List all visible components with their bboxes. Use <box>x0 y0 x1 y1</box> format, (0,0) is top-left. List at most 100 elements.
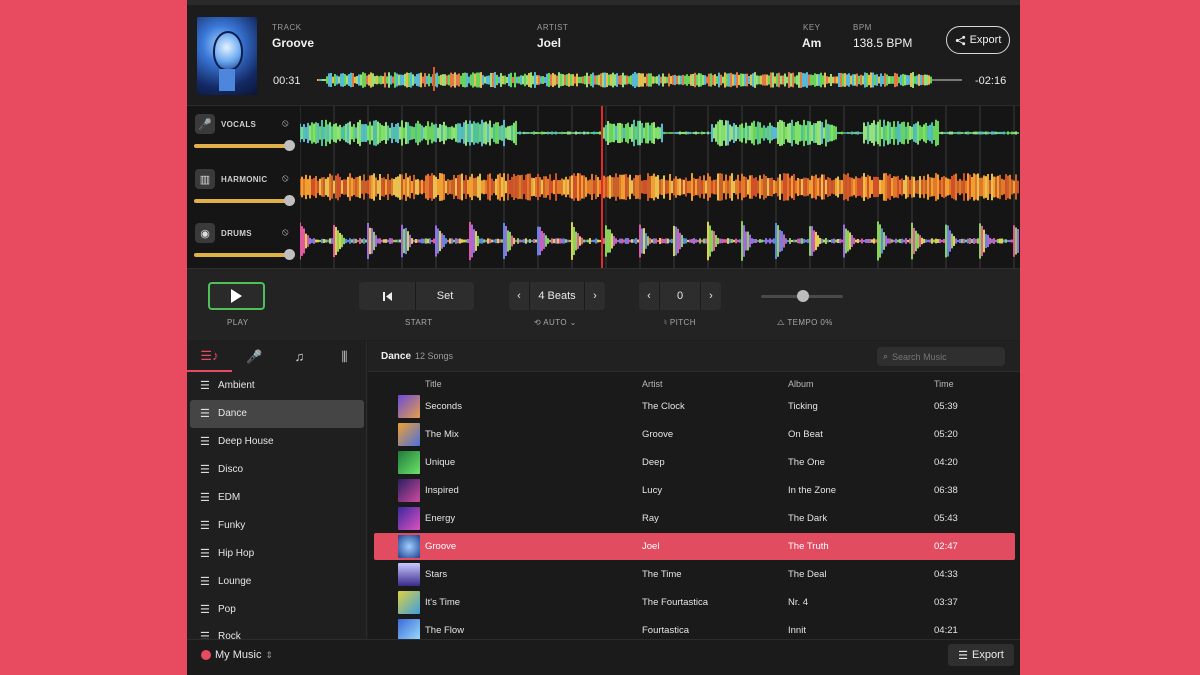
auto-loop-dropdown[interactable]: ⟲ AUTO ⌄ <box>534 318 577 327</box>
bpm-value: 138.5 BPM <box>853 36 913 50</box>
harmonic-volume-track[interactable] <box>194 199 288 203</box>
tab-playlists[interactable]: ☰♪ <box>187 341 232 372</box>
song-artwork <box>398 423 420 446</box>
column-artist[interactable]: Artist <box>642 379 663 389</box>
table-row[interactable]: Stars The Time The Deal 04:33 <box>374 561 1015 588</box>
library-source-selector[interactable]: My Music ⇕ <box>201 649 273 661</box>
search-input[interactable] <box>892 351 993 362</box>
play-icon <box>231 289 242 303</box>
loop-length-value: 4 Beats <box>538 290 576 302</box>
song-artwork <box>398 535 420 558</box>
table-row[interactable]: Groove Joel The Truth 02:47 <box>374 533 1015 560</box>
microphone-icon[interactable]: 🎤 <box>195 114 215 134</box>
table-row[interactable]: The Mix Groove On Beat 05:20 <box>374 421 1015 448</box>
table-row[interactable]: Unique Deep The One 04:20 <box>374 449 1015 476</box>
mute-icon[interactable]: ⦸ <box>282 118 289 129</box>
export-button-bottom[interactable]: ☰ Export <box>948 644 1014 666</box>
sidebar-item-label: Ambient <box>218 380 255 392</box>
vocals-waveform[interactable] <box>300 108 1020 158</box>
vocals-volume-track[interactable] <box>194 144 288 148</box>
tab-instruments[interactable]: ⫼ <box>322 341 367 372</box>
library-sidebar: ☰♪ 🎤 ♫ ⫼ ☰ Ambient ☰ Dance ☰ Deep House ☰ Disco… <box>187 341 367 639</box>
cell-title: The Mix <box>425 429 459 440</box>
cell-time: 05:43 <box>934 513 958 524</box>
playlist-export-icon: ☰ <box>958 649 969 662</box>
table-row[interactable]: The Flow Fourtastica Innit 04:21 <box>374 617 1015 639</box>
column-title[interactable]: Title <box>425 379 442 389</box>
song-artwork <box>398 619 420 639</box>
drums-volume-track[interactable] <box>194 253 288 257</box>
mute-icon[interactable]: ⦸ <box>282 173 289 184</box>
overview-waveform[interactable] <box>317 69 962 91</box>
vocals-volume-knob[interactable] <box>284 140 295 151</box>
column-time[interactable]: Time <box>934 379 954 389</box>
sidebar-item[interactable]: ☰ Dance <box>190 399 364 428</box>
harmonic-volume-knob[interactable] <box>284 195 295 206</box>
overview-position-marker[interactable] <box>433 67 435 91</box>
sidebar-item[interactable]: ☰ EDM <box>187 484 367 512</box>
chevron-updown-icon: ⇕ <box>265 649 273 660</box>
table-row[interactable]: Seconds The Clock Ticking 05:39 <box>374 393 1015 420</box>
chevron-down-icon: ⌄ <box>566 318 577 327</box>
chevron-left-icon[interactable]: ‹ <box>509 282 529 310</box>
tab-songs[interactable]: ♫ <box>277 341 322 372</box>
key-label: KEY <box>803 23 821 32</box>
sidebar-item-label: Lounge <box>218 575 252 587</box>
set-start-button[interactable]: Set <box>416 282 474 310</box>
sidebar-item-label: Pop <box>218 603 236 615</box>
cell-artist: The Fourtastica <box>642 597 708 608</box>
playlist-icon: ☰ <box>200 408 210 421</box>
table-row[interactable]: Energy Ray The Dark 05:43 <box>374 505 1015 532</box>
cell-time: 03:37 <box>934 597 958 608</box>
sidebar-item[interactable]: ☰ Hip Hop <box>187 539 367 567</box>
cell-album: On Beat <box>788 429 823 440</box>
cell-album: Nr. 4 <box>788 597 809 608</box>
table-row[interactable]: It's Time The Fourtastica Nr. 4 03:37 <box>374 589 1015 616</box>
playhead[interactable] <box>601 106 603 269</box>
tab-artists[interactable]: 🎤 <box>232 341 277 372</box>
sidebar-item[interactable]: ☰ Lounge <box>187 567 367 595</box>
drums-volume-knob[interactable] <box>284 249 295 260</box>
column-album[interactable]: Album <box>788 379 814 389</box>
tempo-slider-knob[interactable] <box>797 290 809 302</box>
playlist-icon: ☰ <box>200 603 210 616</box>
export-button-top[interactable]: Export <box>946 26 1010 54</box>
sidebar-item[interactable]: ☰ Rock <box>187 623 367 639</box>
app-window: TRACK Groove ARTIST Joel KEY Am BPM 138.… <box>187 0 1020 675</box>
artist-name: Joel <box>537 36 562 50</box>
sidebar-item[interactable]: ☰ Deep House <box>187 428 367 456</box>
drum-icon[interactable]: ◉ <box>195 223 215 243</box>
song-artwork <box>398 507 420 530</box>
stem-harmonic: ▥ HARMONIC ⦸ <box>192 163 297 213</box>
cell-time: 02:47 <box>934 541 958 552</box>
play-button[interactable] <box>208 282 265 310</box>
song-artwork <box>398 563 420 586</box>
cell-artist: Ray <box>642 513 659 524</box>
drums-waveform[interactable] <box>300 216 1020 266</box>
sidebar-item[interactable]: ☰ Pop <box>187 595 367 623</box>
pitch-label: PITCH <box>669 318 696 327</box>
sidebar-item-label: Rock <box>218 631 241 639</box>
song-count: 12 Songs <box>415 351 454 361</box>
sidebar-item[interactable]: ☰ Funky <box>187 511 367 539</box>
cell-artist: Groove <box>642 429 674 440</box>
piano-icon[interactable]: ▥ <box>195 169 215 189</box>
sidebar-item[interactable]: ☰ Disco <box>187 456 367 484</box>
chevron-right-icon[interactable]: › <box>585 282 605 310</box>
sidebar-item[interactable]: ☰ Ambient <box>187 372 367 400</box>
loop-icon: ⟲ <box>534 318 544 327</box>
playlist-icon: ☰ <box>200 380 210 393</box>
mute-icon[interactable]: ⦸ <box>282 227 289 238</box>
chevron-left-icon[interactable]: ‹ <box>639 282 659 310</box>
chevron-right-icon[interactable]: › <box>701 282 721 310</box>
table-row[interactable]: Inspired Lucy In the Zone 06:38 <box>374 477 1015 504</box>
skip-to-start-button[interactable] <box>359 282 415 310</box>
cell-time: 04:21 <box>934 625 958 636</box>
playlist-icon: ☰ <box>200 436 210 449</box>
list-header: Dance 12 Songs ⌕ <box>368 341 1020 372</box>
song-artwork <box>398 451 420 474</box>
harmonic-waveform[interactable] <box>300 162 1020 212</box>
cell-title: Inspired <box>425 485 459 496</box>
song-artwork <box>398 395 420 418</box>
search-field[interactable]: ⌕ <box>877 347 1005 366</box>
